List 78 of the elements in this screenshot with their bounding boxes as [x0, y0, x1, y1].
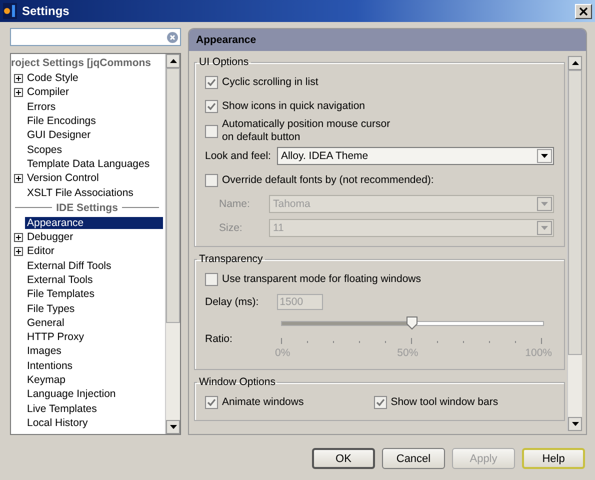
checkbox[interactable]: [205, 174, 218, 186]
expand-icon[interactable]: [14, 74, 23, 83]
up-arrow-icon: [572, 61, 578, 65]
tree-item[interactable]: External Diff Tools: [25, 260, 114, 272]
expand-icon[interactable]: [14, 246, 23, 256]
tree-item[interactable]: Appearance: [25, 216, 163, 229]
expand-icon[interactable]: [14, 174, 23, 183]
field-label: Delay (ms):: [205, 296, 259, 308]
checkbox-label: Animate windows: [222, 396, 304, 408]
checkbox-label: Automatically position mouse cursor on default button: [222, 118, 390, 144]
up-arrow-icon: [170, 59, 176, 63]
section-header: IDE Settings: [56, 202, 118, 214]
tick-label: 0%: [275, 347, 290, 359]
field-label: Look and feel:: [205, 150, 271, 162]
field-label: Name:: [219, 198, 251, 210]
tree-item[interactable]: Editor: [25, 245, 56, 258]
tree-item[interactable]: File Types: [25, 302, 77, 315]
checkbox[interactable]: [205, 124, 218, 138]
field-label: Size:: [219, 222, 244, 234]
checkbox-label: Cyclic scrolling in list: [222, 76, 318, 88]
tree-item[interactable]: Keymap: [25, 374, 68, 386]
checkbox[interactable]: [205, 396, 218, 408]
down-arrow-icon: [572, 422, 578, 426]
tree-item[interactable]: Template Data Languages: [25, 158, 152, 170]
panel-title: Appearance: [196, 34, 256, 46]
group-title: Transparency: [198, 253, 264, 265]
tree-item[interactable]: Version Control: [25, 172, 101, 184]
section-header: roject Settings [jqCommons: [11, 57, 152, 69]
tree-item[interactable]: Code Style: [25, 72, 80, 84]
field-label: Ratio:: [205, 333, 234, 345]
tick-label: 50%: [397, 347, 418, 359]
search-field[interactable]: [10, 28, 181, 46]
checkbox[interactable]: [205, 100, 218, 112]
tree-item[interactable]: HTTP Proxy: [25, 331, 86, 344]
tree-item[interactable]: File Encodings: [25, 115, 98, 128]
tree-item[interactable]: Compiler: [25, 86, 72, 98]
tree-item[interactable]: Scopes: [25, 144, 64, 156]
checkbox[interactable]: [205, 76, 218, 88]
dialog-button[interactable]: OK: [312, 448, 375, 469]
checkbox-label: Show icons in quick navigation: [222, 100, 366, 112]
expand-icon[interactable]: [14, 88, 23, 97]
clear-icon[interactable]: [167, 32, 178, 42]
dialog-button[interactable]: Cancel: [382, 448, 445, 469]
tree-item[interactable]: Language Injection: [25, 388, 118, 400]
expand-icon[interactable]: [14, 232, 23, 242]
caret-icon: [541, 154, 548, 158]
tree-item[interactable]: Images: [25, 345, 64, 358]
checkbox[interactable]: [205, 272, 218, 286]
tree-item[interactable]: External Tools: [25, 274, 95, 286]
caret-icon: [541, 226, 548, 230]
close-icon: [579, 6, 588, 16]
scrollbar[interactable]: [567, 56, 582, 431]
scrollbar[interactable]: [165, 54, 180, 434]
caret-icon: [541, 202, 548, 206]
group-title: Window Options: [198, 376, 276, 388]
checkbox-label: Use transparent mode for floating windows: [222, 272, 422, 286]
dropdown[interactable]: Alloy. IDEA Theme: [276, 147, 554, 165]
down-arrow-icon: [170, 425, 176, 429]
tree-item[interactable]: Live Templates: [25, 402, 99, 415]
dialog-button[interactable]: Help: [522, 448, 585, 469]
checkbox-label: Override default fonts by (not recommended):: [222, 174, 434, 186]
slider-track[interactable]: [281, 321, 544, 326]
close-button[interactable]: [575, 4, 592, 18]
tree-item[interactable]: XSLT File Associations: [25, 186, 136, 199]
tree-item[interactable]: Intentions: [25, 360, 75, 372]
tick-label: 100%: [525, 347, 552, 359]
window-title: Settings: [22, 4, 70, 18]
group-title: UI Options: [198, 56, 250, 68]
tree-item[interactable]: File Templates: [25, 288, 97, 300]
checkbox[interactable]: [374, 396, 387, 408]
slider-thumb[interactable]: [406, 316, 418, 330]
tree-item[interactable]: Local History: [25, 416, 90, 429]
tree-item[interactable]: GUI Designer: [25, 129, 93, 142]
checkbox-label: Show tool window bars: [390, 396, 498, 408]
tree-item[interactable]: General: [25, 316, 66, 329]
app-icon: [3, 3, 17, 19]
tree-item[interactable]: Debugger: [25, 231, 76, 244]
tree-item[interactable]: Errors: [25, 100, 58, 113]
